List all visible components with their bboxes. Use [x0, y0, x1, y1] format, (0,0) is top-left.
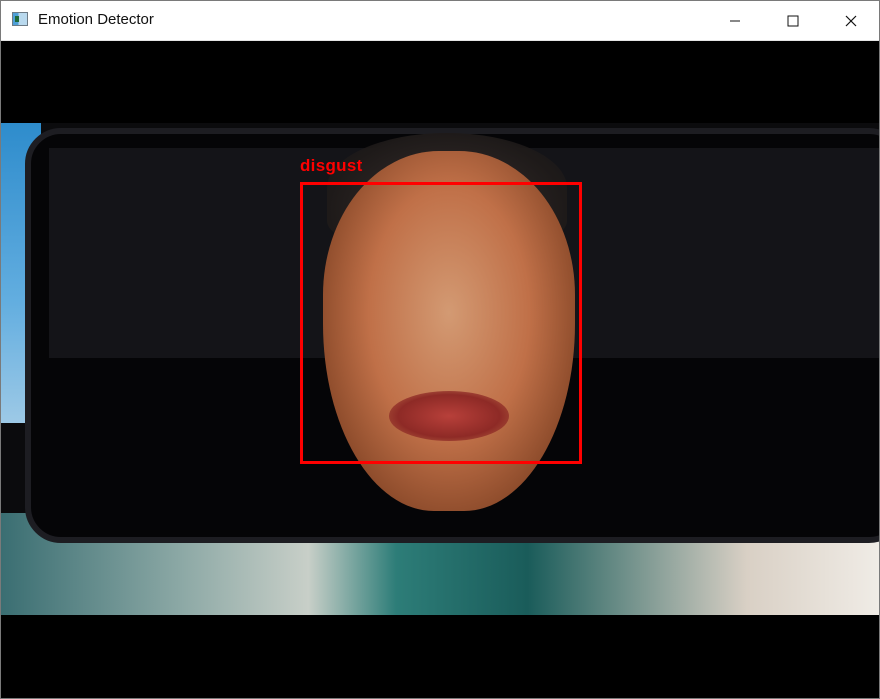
maximize-icon [787, 15, 799, 26]
close-button[interactable] [822, 1, 880, 40]
minimize-icon [730, 20, 740, 21]
emotion-label: disgust [300, 156, 363, 175]
app-window: Emotion Detector disgust [0, 0, 880, 699]
minimize-button[interactable] [706, 1, 764, 40]
close-icon [845, 15, 857, 26]
app-icon [12, 12, 28, 26]
title-bar[interactable]: Emotion Detector [1, 1, 879, 41]
window-title: Emotion Detector [38, 11, 154, 28]
maximize-button[interactable] [764, 1, 822, 40]
face-bounding-box [300, 182, 582, 464]
video-viewport: disgust [1, 41, 879, 698]
